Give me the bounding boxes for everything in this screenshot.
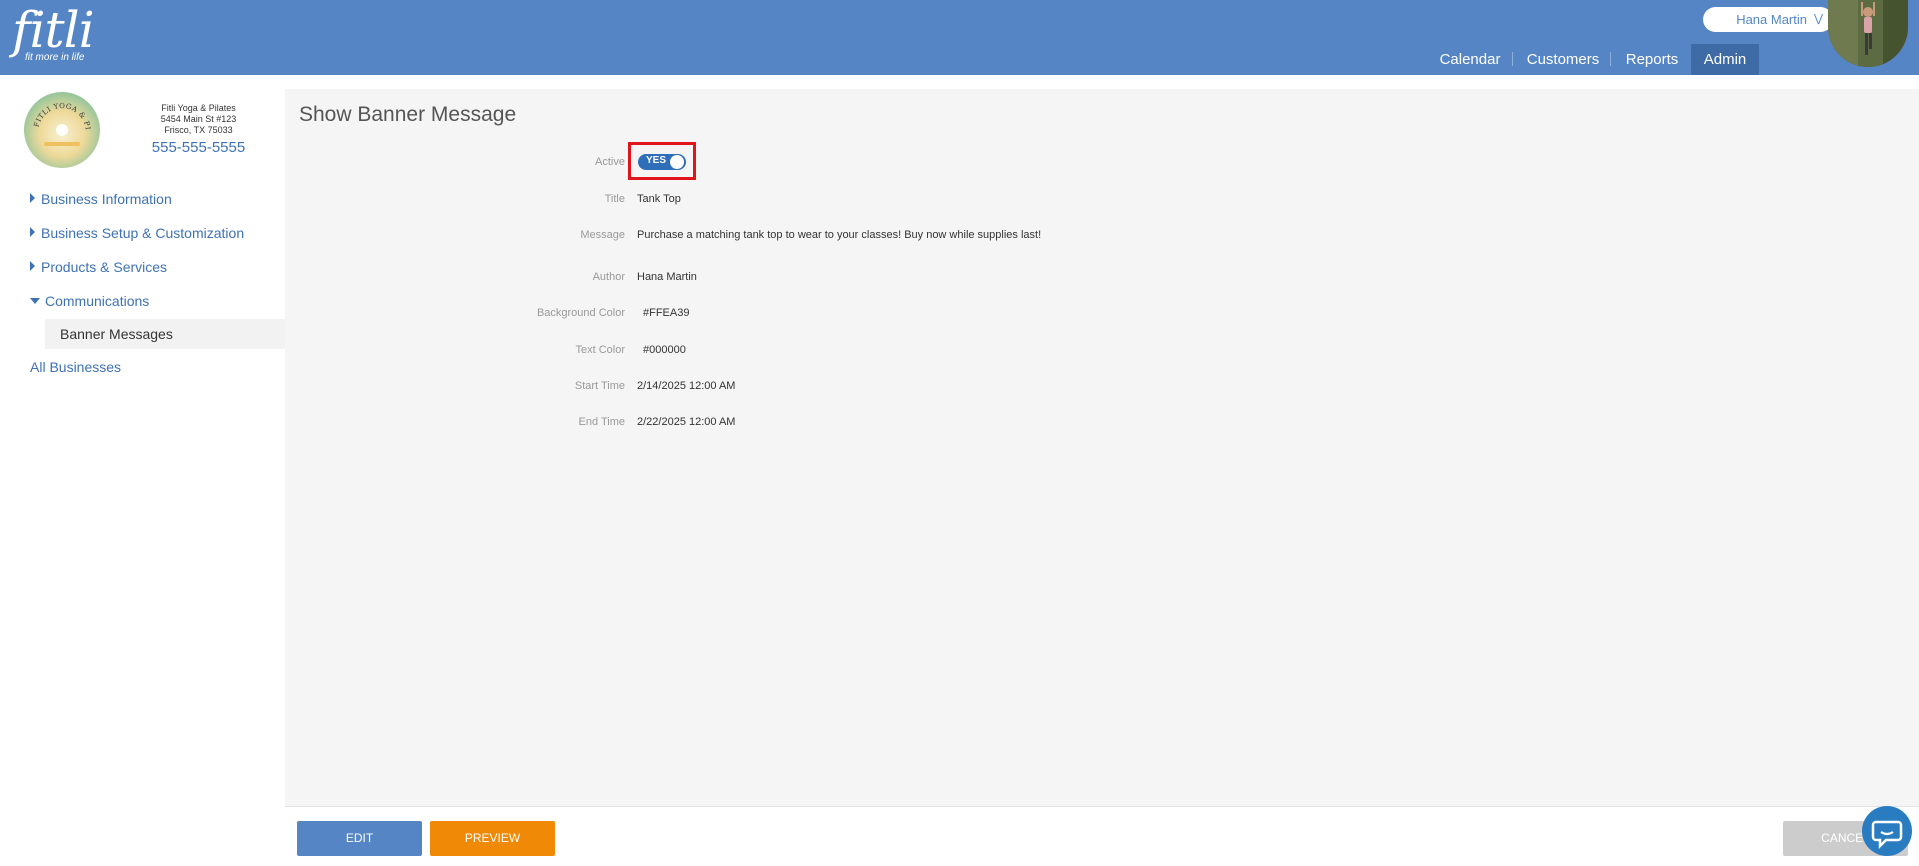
nav-customers[interactable]: Customers bbox=[1519, 44, 1607, 75]
active-label: Active bbox=[595, 156, 625, 168]
nav-calendar[interactable]: Calendar bbox=[1430, 44, 1510, 75]
user-menu-button[interactable]: Hana Martin ⋁ bbox=[1703, 7, 1833, 32]
toggle-knob bbox=[670, 155, 684, 169]
business-logo: FITLI YOGA & PILATES bbox=[20, 86, 100, 168]
author-value: Hana Martin bbox=[637, 271, 697, 283]
page-title: Show Banner Message bbox=[299, 103, 517, 126]
logo-tagline: fit more in life bbox=[25, 52, 85, 63]
nav-admin[interactable]: Admin bbox=[1691, 44, 1759, 75]
background-color-label: Background Color bbox=[536, 307, 625, 319]
sidebar-item-products-services[interactable]: Products & Services bbox=[30, 259, 167, 275]
fitli-logo[interactable]: fitli fit more in life bbox=[12, 1, 95, 63]
start-time-value: 2/14/2025 12:00 AM bbox=[637, 380, 736, 392]
nav-divider bbox=[1610, 52, 1611, 66]
text-color-label: Text Color bbox=[575, 344, 625, 356]
active-toggle-highlight: YES bbox=[628, 142, 696, 180]
message-value: Purchase a matching tank top to wear to … bbox=[637, 229, 1042, 241]
main-content: Show Banner Message Active YES Title Tan… bbox=[285, 89, 1919, 806]
sidebar: FITLI YOGA & PILATES Fitli Yoga & Pilate… bbox=[0, 75, 285, 865]
edit-button[interactable]: EDIT bbox=[297, 821, 422, 856]
background-color-value: #FFEA39 bbox=[643, 307, 690, 319]
user-name: Hana Martin bbox=[1736, 12, 1807, 27]
caret-right-icon bbox=[30, 193, 35, 203]
end-time-label: End Time bbox=[578, 416, 625, 428]
business-info: Fitli Yoga & Pilates 5454 Main St #123 F… bbox=[140, 103, 257, 158]
action-footer: EDIT PREVIEW CANCEL bbox=[285, 806, 1919, 866]
sidebar-item-all-businesses[interactable]: All Businesses bbox=[30, 359, 121, 375]
caret-down-icon bbox=[30, 298, 40, 304]
toggle-state: YES bbox=[646, 155, 667, 166]
sidebar-item-communications[interactable]: Communications bbox=[30, 293, 149, 309]
author-label: Author bbox=[592, 271, 625, 283]
business-phone[interactable]: 555-555-5555 bbox=[140, 138, 257, 158]
title-label: Title bbox=[604, 193, 625, 205]
end-time-value: 2/22/2025 12:00 AM bbox=[637, 416, 736, 428]
sidebar-subitem-banner-messages[interactable]: Banner Messages bbox=[45, 319, 285, 349]
chevron-down-icon: ⋁ bbox=[1813, 13, 1823, 25]
business-name: Fitli Yoga & Pilates bbox=[161, 103, 236, 113]
sidebar-item-business-information[interactable]: Business Information bbox=[30, 191, 172, 207]
caret-right-icon bbox=[30, 227, 35, 237]
sidebar-item-business-setup[interactable]: Business Setup & Customization bbox=[30, 225, 244, 241]
logo-wordmark: fitli bbox=[12, 1, 95, 59]
text-color-value: #000000 bbox=[643, 344, 686, 356]
nav-divider bbox=[1512, 52, 1513, 66]
chat-icon[interactable] bbox=[1862, 806, 1912, 856]
preview-button[interactable]: PREVIEW bbox=[430, 821, 555, 856]
caret-right-icon bbox=[30, 261, 35, 271]
avatar[interactable] bbox=[1828, 0, 1908, 67]
title-value: Tank Top bbox=[637, 193, 681, 205]
message-label: Message bbox=[580, 229, 625, 241]
start-time-label: Start Time bbox=[574, 380, 625, 392]
business-address-line2: Frisco, TX 75033 bbox=[164, 125, 233, 135]
svg-text:FITLI YOGA & PILATES: FITLI YOGA & PILATES bbox=[24, 92, 92, 131]
nav-reports[interactable]: Reports bbox=[1616, 44, 1688, 75]
active-toggle[interactable]: YES bbox=[638, 154, 686, 170]
business-address-line1: 5454 Main St #123 bbox=[160, 114, 237, 124]
top-header: fitli fit more in life Hana Martin ⋁ Cal… bbox=[0, 0, 1919, 75]
